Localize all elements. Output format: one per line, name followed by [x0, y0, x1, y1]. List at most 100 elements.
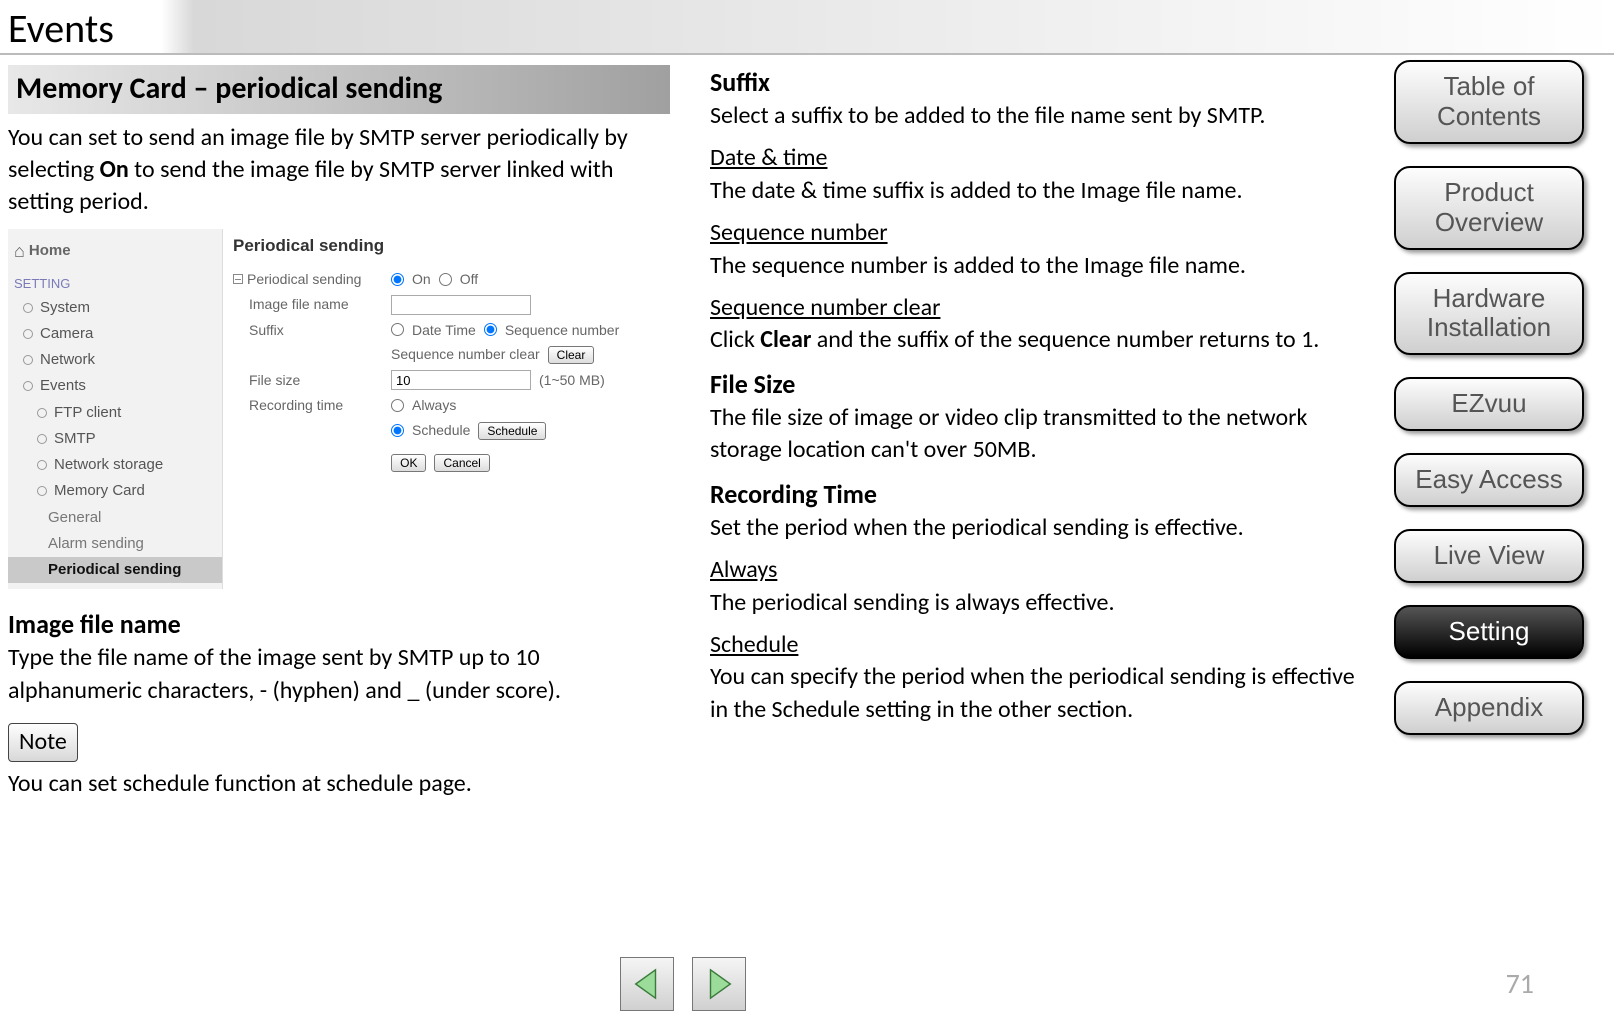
image-file-name-hdr: Image file name	[8, 607, 670, 642]
tab-hardware-installation[interactable]: Hardware Installation	[1394, 272, 1584, 356]
tab-setting[interactable]: Setting	[1394, 605, 1584, 659]
mock-row-label: Periodical sending	[247, 271, 361, 287]
always-hdr: Always	[710, 554, 1372, 586]
mock-item-system[interactable]: System	[8, 295, 222, 321]
intro-paragraph: You can set to send an image file by SMT…	[8, 122, 670, 219]
mock-home-label: Home	[29, 241, 71, 261]
mock-item-label: Network storage	[54, 455, 163, 475]
mock-item-smtp[interactable]: SMTP	[8, 426, 222, 452]
mock-item-network[interactable]: Network	[8, 347, 222, 373]
filesize-hint: (1~50 MB)	[539, 371, 605, 390]
mock-row-label: Recording time	[233, 396, 383, 415]
ok-button[interactable]: OK	[391, 454, 426, 472]
image-file-name-input[interactable]	[391, 295, 531, 315]
mock-row-label: Sequence number clear	[391, 345, 540, 364]
home-icon	[14, 239, 25, 263]
radio-seqnum[interactable]	[484, 323, 497, 336]
mock-row-imgfile: Image file name	[233, 295, 648, 315]
tab-toc[interactable]: Table of Contents	[1394, 60, 1584, 144]
radio-always[interactable]	[391, 399, 404, 412]
mock-item-ftp[interactable]: FTP client	[8, 400, 222, 426]
mock-row-rectime: Recording time Always	[233, 396, 648, 415]
mock-home[interactable]: Home	[8, 235, 222, 267]
schedule-hdr: Schedule	[710, 629, 1372, 661]
settings-screenshot: Home SETTING System Camera Network Event…	[8, 229, 648, 590]
mock-row-label: File size	[233, 371, 383, 390]
radio-always-label: Always	[412, 396, 456, 415]
radio-datetime-label: Date Time	[412, 321, 476, 340]
mock-row-suffix: Suffix Date Time Sequence number	[233, 321, 648, 340]
seq-clear-bold: Clear	[760, 325, 811, 354]
bullet-icon	[22, 328, 34, 340]
rectime-hdr: Recording Time	[710, 477, 1372, 512]
mock-main-hdr: Periodical sending	[233, 235, 648, 258]
arrow-right-icon	[702, 967, 736, 1001]
filesize-input[interactable]	[391, 370, 531, 390]
suffix-body: Select a suffix to be added to the file …	[710, 100, 1372, 132]
seq-clear-pre: Click	[710, 325, 760, 354]
filesize-hdr: File Size	[710, 367, 1372, 402]
next-page-button[interactable]	[692, 957, 746, 1011]
radio-schedule[interactable]	[391, 424, 404, 437]
date-time-body: The date & time suffix is added to the I…	[710, 175, 1372, 207]
mock-item-label: Camera	[40, 324, 93, 344]
left-column: Memory Card – periodical sending You can…	[8, 65, 670, 810]
seq-hdr: Sequence number	[710, 217, 1372, 249]
tab-ezvuu[interactable]: EZvuu	[1394, 377, 1584, 431]
bullet-icon	[36, 459, 48, 471]
radio-on-label: On	[412, 270, 431, 289]
tab-product-overview[interactable]: Product Overview	[1394, 166, 1584, 250]
mock-item-label: SMTP	[54, 429, 96, 449]
intro-bold: On	[100, 155, 129, 184]
mock-row-label: Suffix	[233, 321, 383, 340]
mock-item-camera[interactable]: Camera	[8, 321, 222, 347]
right-nav: Table of Contents Product Overview Hardw…	[1394, 60, 1584, 735]
page-number: 71	[1506, 966, 1534, 1001]
rectime-body: Set the period when the periodical sendi…	[710, 512, 1372, 544]
mock-item-label: System	[40, 298, 90, 318]
bullet-icon	[22, 380, 34, 392]
tab-appendix[interactable]: Appendix	[1394, 681, 1584, 735]
bullet-icon	[36, 407, 48, 419]
clear-button[interactable]: Clear	[548, 346, 595, 364]
radio-datetime[interactable]	[391, 323, 404, 336]
bullet-icon	[22, 354, 34, 366]
tree-toggle-icon[interactable]	[233, 274, 243, 284]
mock-row-label: Image file name	[233, 295, 383, 314]
schedule-body: You can specify the period when the peri…	[710, 661, 1372, 726]
radio-schedule-label: Schedule	[412, 421, 470, 440]
mock-sub-periodical[interactable]: Periodical sending	[8, 557, 222, 583]
section-title: Memory Card – periodical sending	[8, 65, 670, 114]
filesize-body: The file size of image or video clip tra…	[710, 402, 1372, 467]
tab-live-view[interactable]: Live View	[1394, 529, 1584, 583]
tab-easy-access[interactable]: Easy Access	[1394, 453, 1584, 507]
mock-sub-alarm[interactable]: Alarm sending	[8, 531, 222, 557]
mock-item-label: Memory Card	[54, 481, 145, 501]
arrow-left-icon	[630, 967, 664, 1001]
prev-page-button[interactable]	[620, 957, 674, 1011]
mock-main: Periodical sending Periodical sending On…	[223, 229, 648, 590]
radio-off[interactable]	[439, 273, 452, 286]
mock-item-events[interactable]: Events	[8, 373, 222, 399]
mock-sub-general[interactable]: General	[8, 505, 222, 531]
note-button[interactable]: Note	[8, 723, 78, 761]
mock-sidebar: Home SETTING System Camera Network Event…	[8, 229, 223, 590]
seq-clear-hdr: Sequence number clear	[710, 292, 1372, 324]
mock-row-okcancel: OK Cancel	[233, 454, 648, 472]
bullet-icon	[36, 485, 48, 497]
mock-item-label: Events	[40, 376, 86, 396]
radio-off-label: Off	[460, 270, 478, 289]
mock-item-label: FTP client	[54, 403, 121, 423]
image-file-name-body: Type the file name of the image sent by …	[8, 642, 670, 707]
mock-item-memcard[interactable]: Memory Card	[8, 478, 222, 504]
radio-on[interactable]	[391, 273, 404, 286]
mock-setting-label: SETTING	[8, 267, 222, 295]
mock-item-netstorage[interactable]: Network storage	[8, 452, 222, 478]
mock-item-label: Network	[40, 350, 95, 370]
seq-clear-body: Click Clear and the suffix of the sequen…	[710, 324, 1372, 356]
page-title: Events	[0, 0, 1614, 55]
bullet-icon	[22, 302, 34, 314]
schedule-button[interactable]: Schedule	[478, 422, 546, 440]
cancel-button[interactable]: Cancel	[434, 454, 489, 472]
right-column: Suffix Select a suffix to be added to th…	[710, 65, 1372, 810]
